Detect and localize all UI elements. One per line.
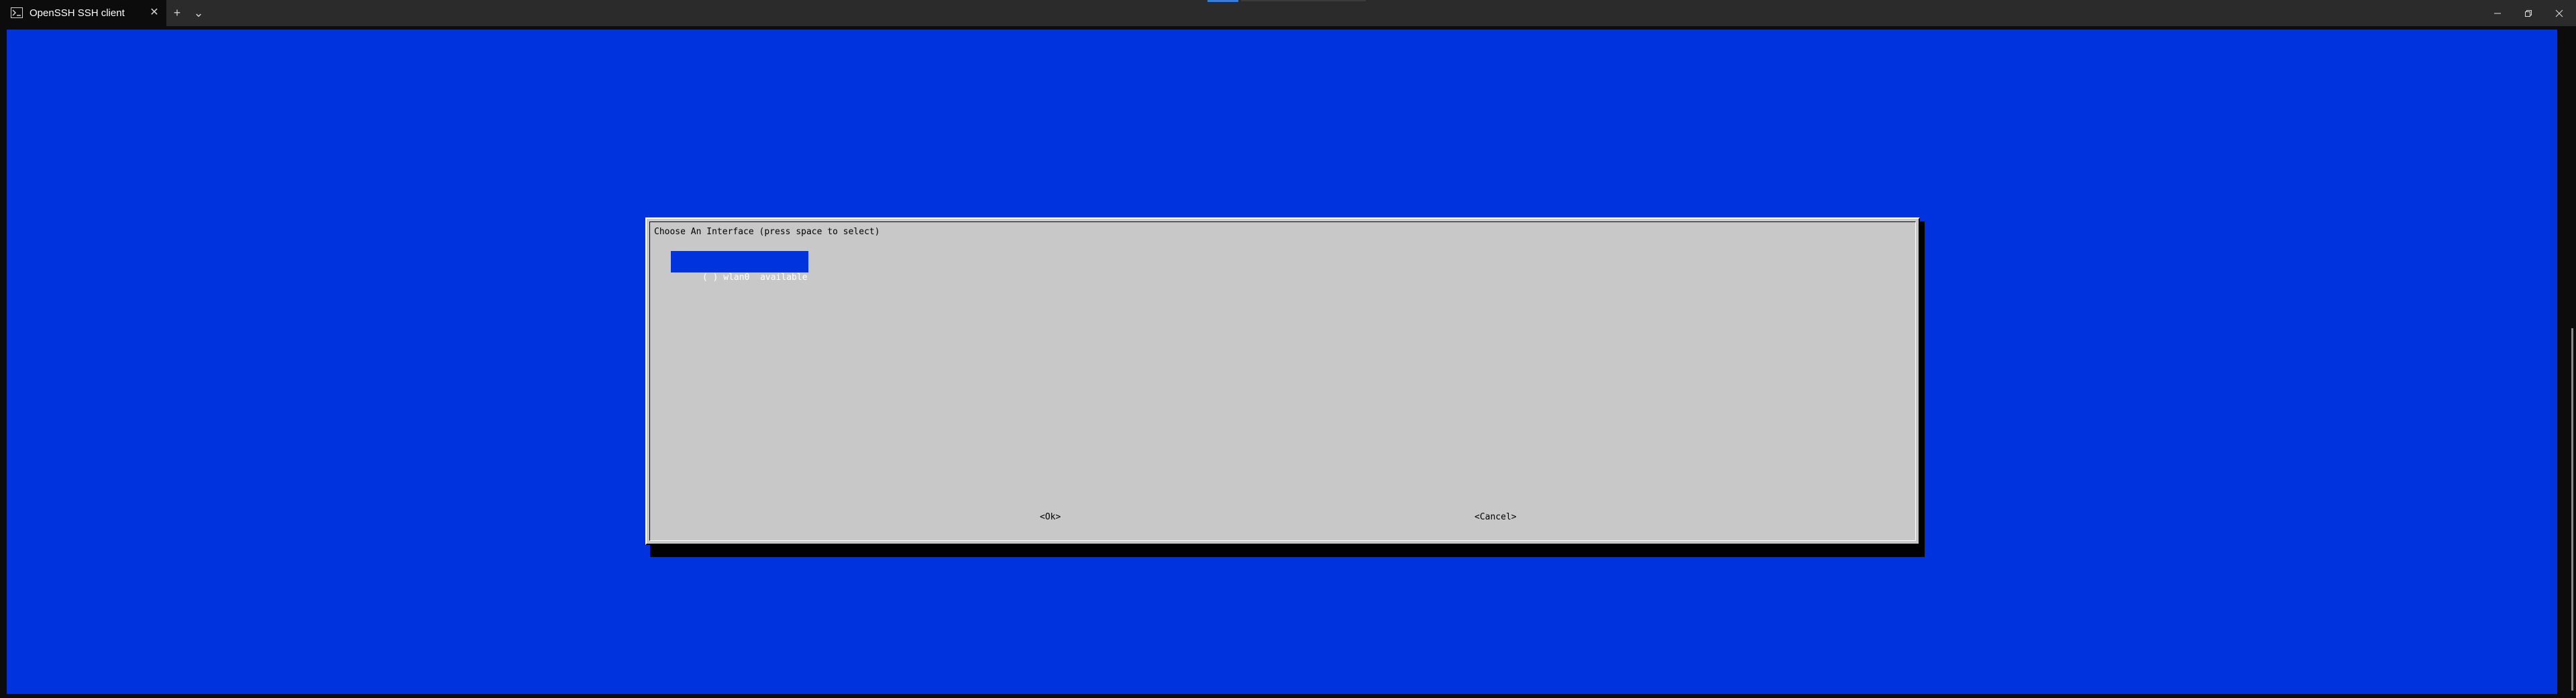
dialog-title: Choose An Interface (press space to sele… (654, 227, 880, 237)
interface-name: wlan0 (723, 272, 750, 283)
minimize-icon (2493, 9, 2502, 17)
restore-button[interactable] (2513, 0, 2544, 26)
restore-icon (2525, 9, 2532, 17)
terminal-pane[interactable]: Choose An Interface (press space to sele… (0, 26, 2576, 698)
tab-dropdown-icon[interactable]: ⌄ (191, 6, 207, 19)
new-tab-button[interactable]: + (169, 6, 185, 19)
radio-unselected[interactable]: ( ) (702, 272, 718, 283)
drag-indicator-track (1241, 0, 1366, 1)
scrollbar-thumb[interactable] (2571, 328, 2573, 691)
interface-dialog: Choose An Interface (press space to sele… (645, 217, 1920, 545)
list-item-wlan0[interactable]: ( ) wlan0 available (671, 262, 808, 283)
close-icon (2555, 9, 2563, 17)
minimize-button[interactable] (2482, 0, 2513, 26)
close-tab-icon[interactable]: ✕ (149, 7, 160, 19)
ok-button[interactable]: <Ok> (1040, 512, 1061, 522)
list-item-eth0[interactable]: (*) eth0 available (671, 251, 808, 272)
dialog-inner-border (649, 221, 1916, 541)
interface-status: available (760, 272, 808, 283)
close-window-button[interactable] (2544, 0, 2575, 26)
terminal-scrollbar[interactable] (2569, 26, 2576, 698)
terminal-icon (11, 7, 23, 18)
tab-title: OpenSSH SSH client (30, 7, 125, 19)
drag-indicator (1208, 0, 1238, 2)
tab-openssh[interactable]: OpenSSH SSH client ✕ (0, 0, 166, 26)
title-bar: OpenSSH SSH client ✕ + ⌄ (0, 0, 2576, 26)
cancel-button[interactable]: <Cancel> (1474, 512, 1517, 522)
